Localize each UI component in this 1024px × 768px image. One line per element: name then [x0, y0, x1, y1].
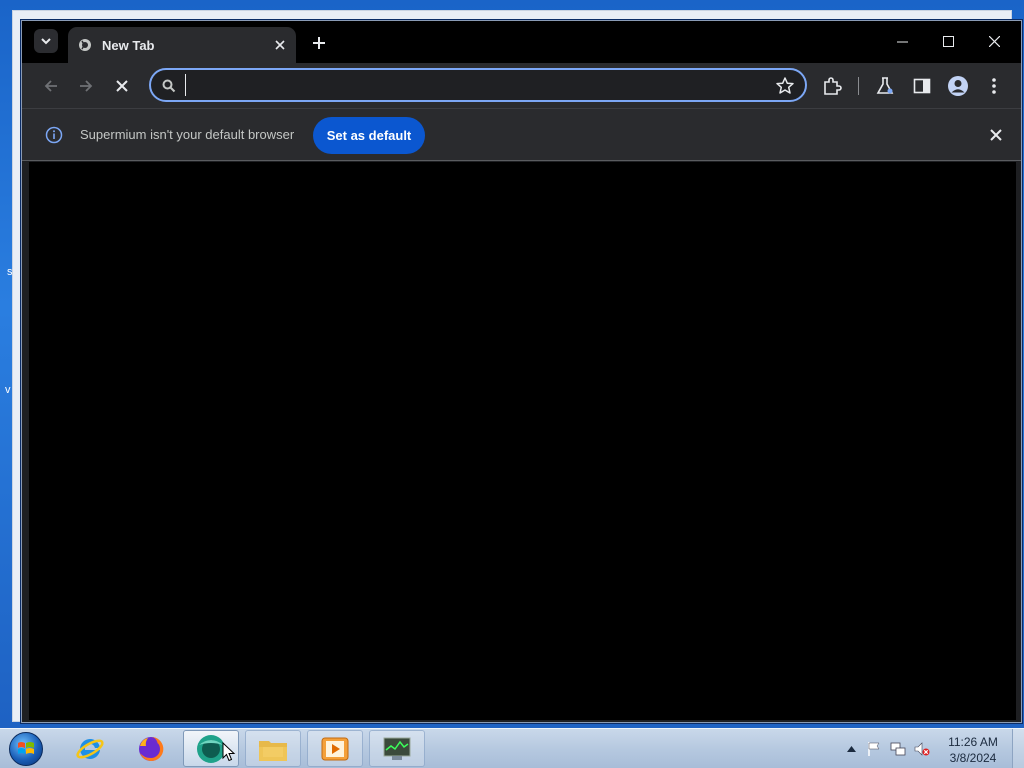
stop-loading-button[interactable]	[108, 72, 136, 100]
tab-title: New Tab	[102, 37, 155, 53]
taskbar-task-manager[interactable]	[369, 730, 425, 767]
tray-network[interactable]	[890, 741, 906, 757]
firefox-icon	[139, 736, 164, 761]
default-browser-infobar: Supermium isn't your default browser Set…	[22, 108, 1021, 161]
clock-date: 3/8/2024	[949, 751, 997, 765]
chevron-down-icon	[41, 38, 51, 45]
start-button[interactable]	[6, 731, 46, 767]
close-icon	[116, 80, 128, 92]
media-player-icon	[321, 737, 349, 760]
puzzle-icon	[824, 77, 842, 95]
taskbar: 11:26 AM 3/8/2024	[0, 728, 1024, 768]
arrow-right-icon	[80, 80, 93, 92]
task-manager-icon	[383, 737, 411, 760]
new-tab-button[interactable]	[307, 31, 331, 55]
chevron-up-icon	[846, 746, 856, 752]
tray-action-center[interactable]	[866, 741, 882, 757]
toolbar-divider	[858, 77, 859, 95]
internet-explorer-icon	[76, 738, 104, 759]
back-button[interactable]	[37, 72, 65, 100]
desktop-edge-text-2: v	[5, 384, 11, 396]
tab-search-button[interactable]	[34, 29, 58, 53]
set-as-default-button[interactable]: Set as default	[313, 117, 425, 154]
page-content[interactable]	[29, 162, 1016, 720]
flag-icon	[868, 742, 880, 756]
arrow-left-icon	[44, 80, 57, 92]
globe-icon	[78, 38, 92, 52]
close-icon	[990, 129, 1002, 141]
labs-button[interactable]	[873, 74, 897, 98]
flask-icon	[876, 77, 894, 94]
side-panel-button[interactable]	[910, 74, 934, 98]
mouse-cursor-icon	[222, 742, 236, 762]
close-icon	[988, 35, 1000, 47]
show-desktop-button[interactable]	[1012, 729, 1024, 768]
browser-window: New Tab Supermium isn't your default bro…	[21, 20, 1022, 723]
tray-overflow-button[interactable]	[843, 741, 859, 757]
maximize-icon	[942, 35, 954, 47]
tray-volume[interactable]	[914, 741, 930, 757]
network-icon	[890, 742, 906, 756]
windows-logo-icon	[9, 732, 43, 766]
menu-button[interactable]	[982, 74, 1006, 98]
tab-strip: New Tab	[22, 21, 1021, 63]
search-icon	[162, 79, 176, 93]
side-panel-icon	[913, 78, 931, 94]
clock-time: 11:26 AM	[948, 735, 998, 749]
minimize-icon	[896, 41, 908, 42]
tab-close-button[interactable]	[272, 37, 288, 53]
infobar-message: Supermium isn't your default browser	[80, 127, 295, 142]
volume-muted-icon	[914, 742, 930, 756]
profile-button[interactable]	[946, 74, 970, 98]
close-icon	[275, 40, 285, 50]
extensions-button[interactable]	[820, 74, 844, 98]
minimize-button[interactable]	[879, 27, 925, 55]
close-window-button[interactable]	[971, 27, 1017, 55]
address-input[interactable]	[185, 74, 765, 96]
address-bar[interactable]	[149, 68, 807, 102]
plus-icon	[313, 37, 325, 49]
taskbar-file-explorer[interactable]	[245, 730, 301, 767]
account-circle-icon	[948, 76, 968, 96]
taskbar-firefox[interactable]	[123, 730, 179, 767]
maximize-button[interactable]	[925, 27, 971, 55]
taskbar-media-player[interactable]	[307, 730, 363, 767]
folder-icon	[259, 740, 287, 761]
forward-button[interactable]	[72, 72, 100, 100]
more-vert-icon	[992, 78, 996, 94]
tab-new-tab[interactable]: New Tab	[68, 27, 296, 63]
taskbar-internet-explorer[interactable]	[62, 730, 118, 767]
taskbar-clock[interactable]: 11:26 AM 3/8/2024	[940, 734, 1006, 766]
star-bookmark-icon[interactable]	[775, 76, 795, 96]
info-icon	[45, 126, 63, 144]
infobar-close-button[interactable]	[987, 126, 1005, 144]
browser-toolbar	[22, 63, 1021, 108]
